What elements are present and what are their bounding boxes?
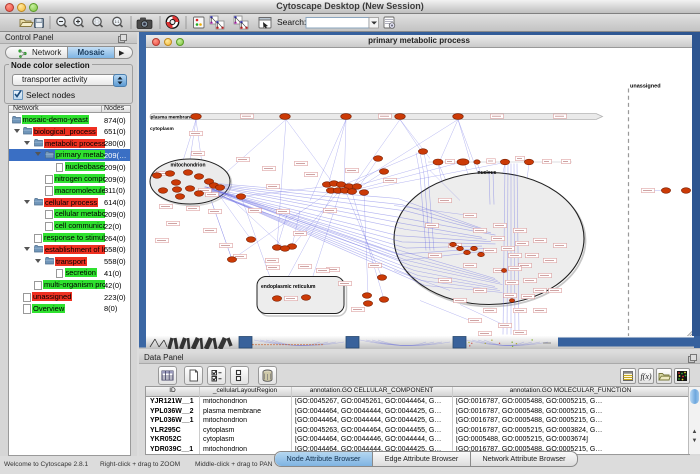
svg-text:plasma membrane: plasma membrane <box>151 114 193 120</box>
svg-text:cytoplasm: cytoplasm <box>150 126 174 132</box>
svg-text:1:1: 1:1 <box>115 20 120 24</box>
svg-text:mitochondrion: mitochondrion <box>171 162 206 168</box>
svg-text:endoplasmic reticulum: endoplasmic reticulum <box>261 284 316 290</box>
svg-text:unassigned: unassigned <box>630 83 661 89</box>
svg-text:nucleus: nucleus <box>478 170 497 176</box>
svg-text:f(x): f(x) <box>640 372 651 381</box>
svg-text:Search:: Search: <box>277 17 306 27</box>
